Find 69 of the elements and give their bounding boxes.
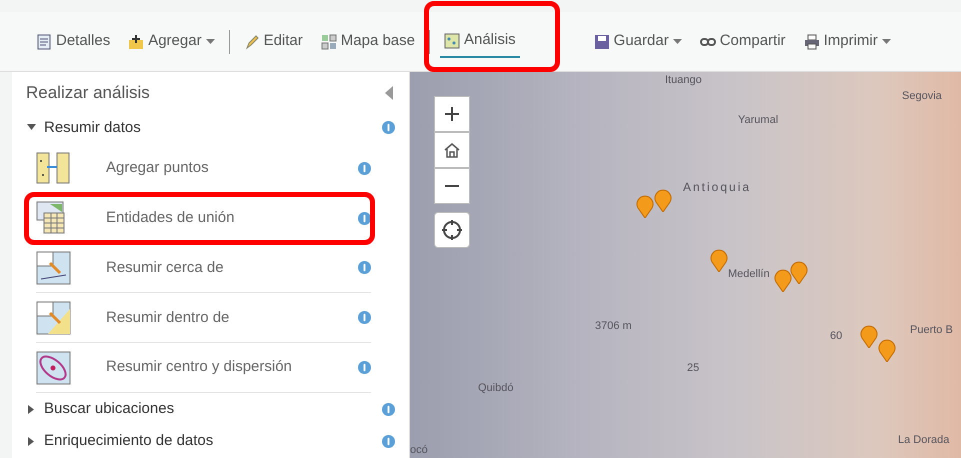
zoom-in-button[interactable] <box>434 96 470 132</box>
info-icon[interactable] <box>382 121 395 134</box>
ellipse-points-icon <box>36 350 72 385</box>
map-label: Quibdó <box>478 381 514 396</box>
caret-icon <box>672 38 682 44</box>
locate-button[interactable] <box>434 212 470 248</box>
map-label: Medellín <box>728 267 770 282</box>
map-label: Segovia <box>902 89 942 104</box>
tool-item[interactable]: Resumir dentro de <box>36 293 371 344</box>
info-icon[interactable] <box>382 435 395 448</box>
info-icon[interactable] <box>358 361 371 374</box>
map-pin-icon[interactable] <box>710 248 728 272</box>
map-label: 3706 m <box>595 319 632 334</box>
caret-icon <box>206 38 215 44</box>
printer-icon <box>804 34 820 50</box>
map-pin-icon[interactable] <box>790 260 808 284</box>
document-icon <box>36 34 52 50</box>
tool-item[interactable]: Agregar puntos <box>36 144 371 194</box>
caret-right-icon <box>27 404 36 414</box>
info-icon[interactable] <box>358 261 371 274</box>
pencil-icon <box>244 34 260 50</box>
tool-item[interactable]: Resumir cerca de <box>36 244 371 294</box>
toolbar-button[interactable]: Agregar <box>124 26 219 57</box>
map-label: La Dorada <box>898 433 950 448</box>
map-label: Ituango <box>665 73 702 88</box>
info-icon[interactable] <box>358 212 371 225</box>
save-icon <box>594 34 610 50</box>
caret-icon <box>882 38 891 44</box>
info-icon[interactable] <box>358 162 371 175</box>
map-pin-icon[interactable] <box>654 188 672 212</box>
toolbar-button[interactable]: Editar <box>240 26 307 57</box>
section-header[interactable]: Enriquecimiento de datos <box>26 429 214 454</box>
section-header[interactable]: Resumir datos <box>26 116 142 140</box>
aggregate-points-icon <box>36 151 72 186</box>
map-pin-icon[interactable] <box>860 324 878 348</box>
map-label: Puerto B <box>910 323 953 338</box>
map-pin-icon[interactable] <box>878 338 896 362</box>
crosshair-icon <box>441 219 463 241</box>
plus-icon <box>444 106 460 122</box>
minus-icon <box>444 185 460 187</box>
grid-icon <box>320 34 337 50</box>
map-label: 60 <box>830 329 842 344</box>
toolbar-button[interactable]: Guardar <box>590 26 686 57</box>
toolbar-button[interactable]: Mapa base <box>316 26 419 57</box>
caret-down-icon <box>27 123 36 132</box>
toolbar-button[interactable]: Análisis <box>440 25 520 58</box>
caret-right-icon <box>27 437 36 446</box>
zoom-out-button[interactable] <box>434 168 470 204</box>
tool-item[interactable]: Entidades de unión <box>36 194 371 244</box>
map-pin-icon[interactable] <box>636 194 654 218</box>
collapse-icon[interactable] <box>385 86 393 100</box>
map-pin-icon[interactable] <box>774 268 792 292</box>
info-icon[interactable] <box>382 402 395 416</box>
plus-icon <box>128 34 144 50</box>
info-icon[interactable] <box>358 311 371 324</box>
map-background[interactable]: Ituango Segovia Yarumal Antioquia Medellín 3706 m 60 Puerto B 25 Quibdó ocó La Dorada <box>410 72 961 458</box>
panel-title: Realizar análisis <box>26 82 150 104</box>
map-label: Antioquia <box>683 179 752 196</box>
toolbar-button[interactable]: Detalles <box>32 26 114 57</box>
map-label: 25 <box>687 361 700 376</box>
map-icon <box>444 32 460 48</box>
map-label: ocó <box>410 443 428 458</box>
toolbar-button[interactable]: Imprimir <box>800 26 895 57</box>
toolbar-button[interactable]: Compartir <box>696 26 790 57</box>
home-button[interactable] <box>434 132 470 168</box>
section-header[interactable]: Buscar ubicaciones <box>26 396 176 422</box>
map-label: Yarumal <box>738 113 778 128</box>
tool-item[interactable]: Resumir centro y dispersión <box>36 343 371 393</box>
home-icon <box>444 142 460 158</box>
